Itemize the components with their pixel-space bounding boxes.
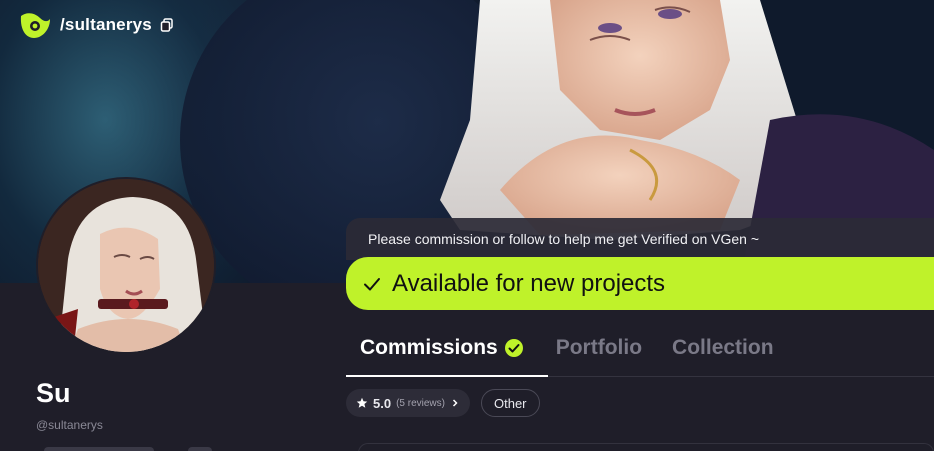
availability-text: Available for new projects (392, 269, 666, 297)
filter-other-chip[interactable]: Other (481, 389, 540, 417)
profile-username: @sultanerys (36, 418, 103, 432)
tabs-divider (548, 376, 934, 377)
site-header: /sultanerys (18, 10, 174, 40)
tab-commissions[interactable]: Commissions (360, 336, 524, 360)
chevron-right-icon (452, 399, 458, 407)
avatar-image (38, 179, 214, 352)
profile-content (346, 310, 934, 451)
tab-collection[interactable]: Collection (672, 336, 774, 360)
tab-label: Portfolio (555, 336, 643, 359)
rating-value: 5.0 (373, 395, 392, 411)
availability-banner: Available for new projects (346, 257, 934, 310)
notice-text: Please commission or follow to help me g… (368, 231, 760, 247)
star-icon (356, 397, 368, 408)
check-icon (364, 277, 380, 290)
commission-card[interactable] (358, 443, 934, 451)
tab-portfolio[interactable]: Portfolio (556, 336, 642, 360)
verified-icon (504, 339, 523, 357)
profile-name: Su (36, 378, 71, 408)
profile-notice: Please commission or follow to help me g… (346, 218, 934, 260)
profile-icon-button[interactable] (188, 447, 212, 451)
copy-icon[interactable] (160, 18, 174, 32)
filter-label: Other (494, 395, 527, 411)
profile-handle-link[interactable]: /sultanerys (60, 15, 152, 35)
avatar[interactable] (36, 177, 216, 354)
active-tab-indicator (346, 375, 548, 377)
profile-tabs: Commissions Portfolio Collection (346, 336, 804, 360)
tab-label: Collection (672, 336, 774, 359)
reviews-chip[interactable]: 5.0 (5 reviews) (346, 389, 470, 417)
tab-label: Commissions (360, 336, 498, 359)
vgen-logo-icon[interactable] (18, 10, 52, 40)
reviews-count: (5 reviews) (396, 397, 445, 409)
profile-action-button[interactable] (44, 447, 154, 451)
